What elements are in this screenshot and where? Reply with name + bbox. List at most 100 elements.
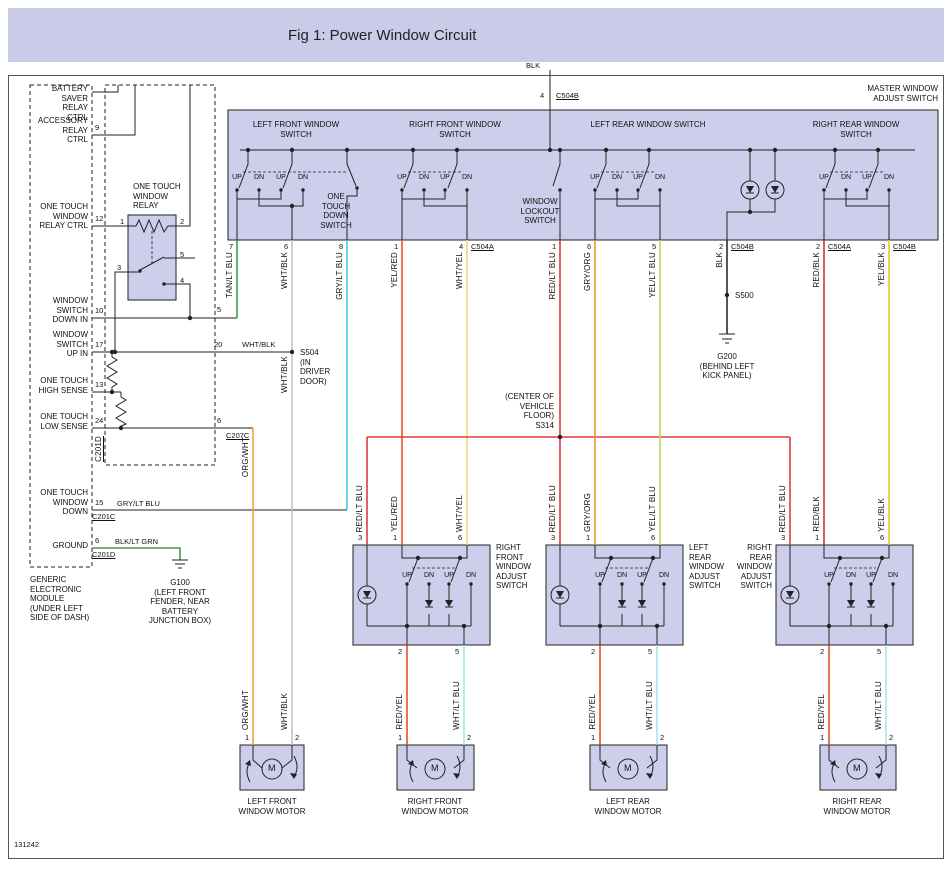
motor-pin: 1 — [245, 734, 249, 743]
updn-label: UP — [400, 572, 414, 581]
motor-m-symbol: M — [853, 764, 861, 773]
wire-label: WHT/BLK — [280, 356, 289, 393]
module-pin-number: 12 — [95, 215, 103, 224]
wire-label: YEL/LT BLU — [648, 252, 657, 298]
motor-pin: 2 — [889, 734, 893, 743]
switch-pin: 6 — [880, 534, 884, 543]
wire-label: WHT/BLK — [280, 693, 289, 730]
wire-label: WHT/LT BLU — [645, 681, 654, 730]
wire-label: WHT/LT BLU — [874, 681, 883, 730]
window-lockout-switch-label: WINDOW LOCKOUT SWITCH — [516, 197, 564, 226]
module-caption: GENERIC ELECTRONIC MODULE (UNDER LEFT SI… — [30, 575, 92, 623]
wire-label: GRY/ORG — [583, 252, 592, 291]
master-bottom-pin: 3 — [881, 243, 885, 252]
motor-m-symbol: M — [624, 764, 632, 773]
updn-label: UP — [817, 174, 831, 183]
updn-label: UP — [395, 174, 409, 183]
wire-label: YEL/LT BLU — [648, 486, 657, 532]
right-front-window-adjust-switch-box — [353, 545, 490, 645]
switch-pin: 2 — [591, 648, 595, 657]
connector-c504a: C504A — [828, 243, 851, 252]
updn-label: DN — [296, 174, 310, 183]
wire-label: WHT/BLK — [280, 252, 289, 289]
connector-c201d-side: C201D — [94, 436, 103, 462]
module-pin-number: 9 — [95, 124, 99, 133]
updn-label: UP — [593, 572, 607, 581]
connector-c201c: C201C — [92, 513, 115, 522]
updn-label: DN — [610, 174, 624, 183]
updn-label: DN — [460, 174, 474, 183]
connector-c504b-top: C504B — [556, 92, 579, 101]
motor-m-symbol: M — [268, 764, 276, 773]
switch-pin: 2 — [398, 648, 402, 657]
wire-label: RED/YEL — [588, 694, 597, 730]
motor-m-symbol: M — [431, 764, 439, 773]
splice-s314-label: (CENTER OF VEHICLE FLOOR) S314 — [502, 392, 554, 430]
switch-pin: 6 — [458, 534, 462, 543]
wiring-diagram-page: Fig 1: Power Window Circuit — [0, 0, 952, 872]
c207c-pin-5: 5 — [217, 306, 221, 315]
left-front-motor-caption: LEFT FRONT WINDOW MOTOR — [232, 797, 312, 816]
relay-pin: 2 — [180, 218, 184, 227]
switch-pin: 6 — [651, 534, 655, 543]
updn-label: UP — [631, 174, 645, 183]
updn-label: UP — [274, 174, 288, 183]
updn-label: DN — [886, 572, 900, 581]
updn-label: DN — [882, 174, 896, 183]
splice-s504-label: S504 (IN DRIVER DOOR) — [300, 348, 330, 386]
updn-label: DN — [839, 174, 853, 183]
wire-label: YEL/BLK — [877, 252, 886, 286]
relay-pin: 3 — [117, 264, 121, 273]
colored-wires — [92, 240, 889, 745]
doc-number: 131242 — [14, 841, 39, 850]
switch-pin: 3 — [358, 534, 362, 543]
updn-label: DN — [252, 174, 266, 183]
wire-label: TAN/LT BLU — [225, 252, 234, 298]
updn-label: DN — [422, 572, 436, 581]
g200-ground-icon — [719, 334, 735, 343]
wire-label: RED/LT BLU — [355, 485, 364, 533]
wire-label: WHT/LT BLU — [452, 681, 461, 730]
motor-pin: 2 — [295, 734, 299, 743]
right-rear-motor-caption: RIGHT REAR WINDOW MOTOR — [817, 797, 897, 816]
updn-label: DN — [653, 174, 667, 183]
right-front-motor-caption: RIGHT FRONT WINDOW MOTOR — [395, 797, 475, 816]
wire-label: ORG/WHT — [241, 437, 250, 477]
wire-label: WHT/YEL — [455, 495, 464, 532]
module-pin-number: 6 — [95, 537, 99, 546]
connector-c504b: C504B — [893, 243, 916, 252]
wire-label: BLK — [715, 252, 724, 268]
switch-pin: 3 — [551, 534, 555, 543]
updn-label: UP — [438, 174, 452, 183]
updn-label: UP — [588, 174, 602, 183]
motor-pin: 1 — [820, 734, 824, 743]
switch-pin: 3 — [781, 534, 785, 543]
module-pin-label: ONE TOUCH LOW SENSE — [28, 412, 88, 431]
master-bottom-pin: 1 — [552, 243, 556, 252]
wire-label: RED/BLK — [812, 252, 821, 288]
master-bottom-pin: 6 — [587, 243, 591, 252]
wire-label-gry-lt-blu-h: GRY/LT BLU — [117, 500, 160, 509]
master-bottom-pin: 4 — [459, 243, 463, 252]
wire-label: YEL/RED — [390, 252, 399, 288]
updn-label: UP — [230, 174, 244, 183]
module-pin-number: 17 — [95, 341, 103, 350]
module-pin-number: 24 — [95, 417, 103, 426]
relay-pin: 4 — [180, 277, 184, 286]
master-bottom-pin: 8 — [339, 243, 343, 252]
updn-label: UP — [635, 572, 649, 581]
master-bottom-pin: 2 — [816, 243, 820, 252]
master-top-pin: 4 — [540, 92, 544, 101]
updn-label: UP — [860, 174, 874, 183]
wire-label-blk-lt-grn-h: BLK/LT GRN — [115, 538, 158, 547]
switch-pin: 5 — [648, 648, 652, 657]
master-switch-caption: MASTER WINDOW ADJUST SWITCH — [838, 84, 938, 103]
updn-label: DN — [615, 572, 629, 581]
wire-label: GRY/ORG — [583, 493, 592, 532]
wire-label: RED/BLK — [812, 496, 821, 532]
one-touch-down-switch-label: ONE TOUCH DOWN SWITCH — [314, 192, 358, 230]
switch-pin: 2 — [820, 648, 824, 657]
motor-pin: 1 — [591, 734, 595, 743]
module-pin-label: WINDOW SWITCH UP IN — [28, 330, 88, 359]
module-pin-number: 13 — [95, 381, 103, 390]
